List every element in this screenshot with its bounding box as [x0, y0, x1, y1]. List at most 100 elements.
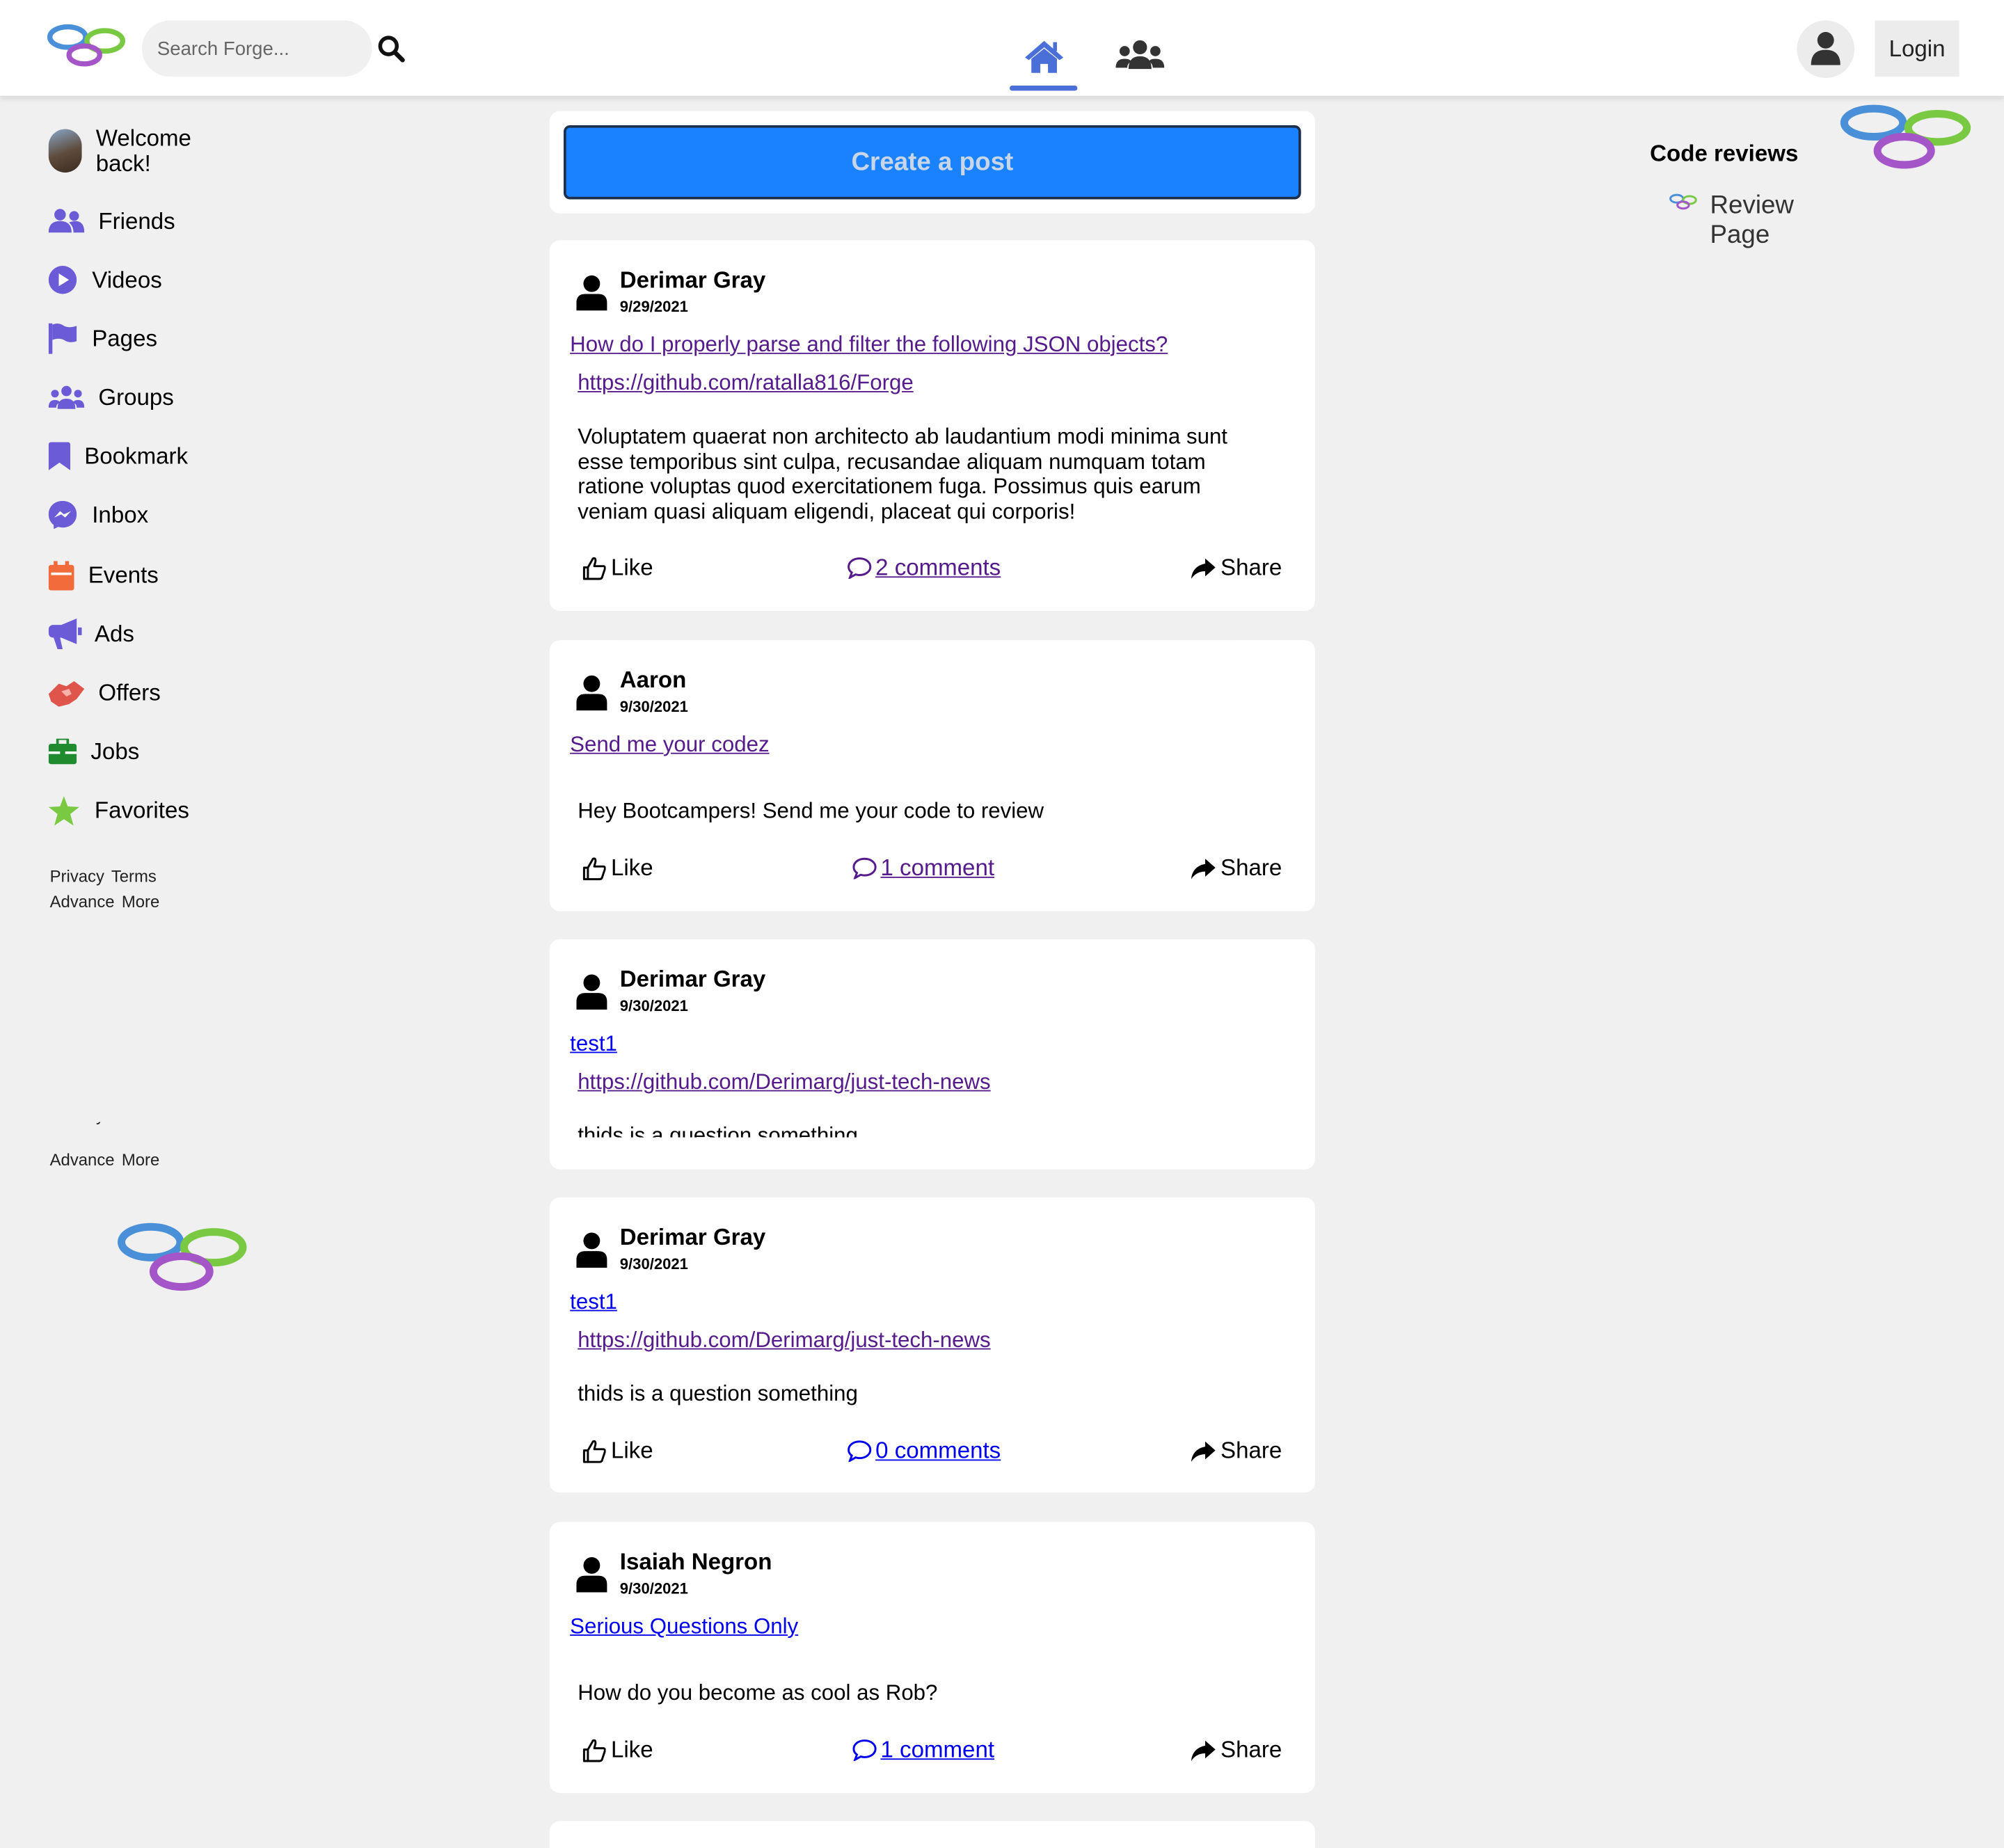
- like-button[interactable]: Like: [582, 1437, 653, 1465]
- terms-link[interactable]: Terms: [109, 1122, 154, 1125]
- post-author: Derimar Gray: [619, 1224, 766, 1250]
- sidebar-item-inbox[interactable]: Inbox: [48, 498, 149, 532]
- comment-icon: [848, 1440, 872, 1463]
- like-button[interactable]: Like: [582, 555, 653, 582]
- sidebar-item-pages[interactable]: Pages: [48, 322, 157, 356]
- post-title-link[interactable]: test1: [570, 1289, 617, 1315]
- post-card: Derimar Gray 9/29/2021 How do I properly…: [549, 240, 1315, 611]
- sidebar-item-ads[interactable]: Ads: [48, 617, 134, 651]
- review-page-label: Review Page: [1710, 191, 1794, 250]
- more-link[interactable]: More: [122, 892, 159, 911]
- comments-link[interactable]: 2 comments: [848, 555, 1001, 582]
- star-icon: [48, 795, 79, 825]
- post-body: Voluptatem quaerat non architecto ab lau…: [578, 424, 1227, 524]
- profile-avatar-button[interactable]: [1797, 20, 1855, 79]
- privacy-link[interactable]: Privacy: [50, 866, 104, 886]
- post-author: Aaron: [619, 667, 687, 693]
- user-icon: [576, 275, 607, 311]
- post-url-link[interactable]: https://github.com/ratalla816/Forge: [578, 371, 914, 397]
- user-icon: [1811, 31, 1840, 65]
- user-icon: [576, 1232, 607, 1268]
- share-button[interactable]: Share: [1191, 1437, 1282, 1465]
- user-icon: [576, 675, 607, 711]
- comments-link[interactable]: 1 comment: [852, 855, 994, 882]
- forge-logo-icon[interactable]: [46, 23, 128, 69]
- share-icon: [1191, 1440, 1216, 1462]
- advance-link[interactable]: Advance: [50, 1150, 115, 1170]
- flag-icon: [48, 323, 77, 354]
- comments-link[interactable]: 1 comment: [852, 1737, 994, 1764]
- handshake-icon: [48, 680, 85, 707]
- forge-logo-icon: [1840, 104, 1971, 169]
- post-title-link[interactable]: Serious Questions Only: [570, 1614, 798, 1640]
- nav-groups-icon[interactable]: [1115, 35, 1166, 77]
- sidebar-item-label: Friends: [98, 207, 175, 234]
- share-button[interactable]: Share: [1191, 1737, 1282, 1764]
- share-button[interactable]: Share: [1191, 855, 1282, 882]
- like-button[interactable]: Like: [582, 1737, 653, 1764]
- post-title-link[interactable]: How do I properly parse and filter the f…: [570, 333, 1168, 358]
- sidebar-item-label: Jobs: [90, 738, 140, 764]
- comment-icon: [848, 557, 872, 580]
- sidebar-item-label: Events: [88, 561, 159, 587]
- thumbs-up-icon: [582, 1440, 606, 1463]
- share-icon: [1191, 1739, 1216, 1761]
- top-navbar: Login: [0, 0, 2004, 97]
- terms-link[interactable]: Terms: [111, 866, 157, 886]
- sidebar-item-label: Ads: [94, 620, 134, 646]
- search-icon[interactable]: [377, 33, 405, 64]
- privacy-link[interactable]: Privacy: [50, 1122, 104, 1125]
- user-friends-icon: [48, 209, 85, 233]
- search-input[interactable]: [141, 20, 372, 77]
- post-date: 9/30/2021: [619, 1579, 688, 1598]
- home-icon: [1025, 40, 1064, 73]
- login-button[interactable]: Login: [1875, 20, 1959, 77]
- post-title-link[interactable]: test1: [570, 1031, 617, 1057]
- forge-logo-icon: [1669, 193, 1697, 210]
- post-actions: Like 1 comment Share: [550, 1737, 1315, 1767]
- bullhorn-icon: [48, 618, 82, 650]
- sidebar-item-label: Videos: [92, 266, 162, 292]
- like-button[interactable]: Like: [582, 855, 653, 882]
- sidebar-item-bookmark[interactable]: Bookmark: [48, 440, 189, 473]
- post-card: Isaiah Negron 9/30/2021 Serious Question…: [549, 1522, 1315, 1793]
- calendar-icon: [48, 560, 74, 590]
- post-url-link[interactable]: https://github.com/Derimarg/just-tech-ne…: [578, 1069, 990, 1095]
- more-link[interactable]: More: [122, 1150, 159, 1170]
- post-title-link[interactable]: Send me your codez: [570, 732, 769, 758]
- review-page-link[interactable]: Review Page: [1668, 192, 1813, 250]
- sidebar-item-friends[interactable]: Friends: [48, 205, 175, 238]
- user-icon: [576, 1557, 607, 1593]
- play-circle-icon: [48, 266, 77, 294]
- sidebar-item-label: Inbox: [92, 501, 149, 527]
- sidebar-item-jobs[interactable]: Jobs: [48, 735, 140, 768]
- sidebar-item-favorites[interactable]: Favorites: [48, 794, 189, 827]
- create-post-button[interactable]: Create a post: [563, 125, 1301, 200]
- messenger-icon: [48, 500, 77, 529]
- sidebar-item-events[interactable]: Events: [48, 559, 159, 592]
- sidebar-item-label: Groups: [98, 383, 174, 410]
- advance-link[interactable]: Advance: [50, 892, 115, 911]
- sidebar-item-label: Bookmark: [84, 443, 189, 469]
- comment-icon: [852, 857, 877, 879]
- user-avatar[interactable]: [48, 129, 82, 173]
- active-tab-indicator: [1009, 86, 1078, 91]
- sidebar-item-groups[interactable]: Groups: [48, 381, 174, 414]
- post-card: [549, 1821, 1315, 1848]
- nav-home-tab[interactable]: [1009, 28, 1078, 91]
- comments-link[interactable]: 0 comments: [848, 1437, 1001, 1465]
- post-body: How do you become as cool as Rob?: [578, 1680, 938, 1705]
- sidebar-item-offers[interactable]: Offers: [48, 676, 161, 710]
- sidebar-item-videos[interactable]: Videos: [48, 263, 162, 296]
- share-button[interactable]: Share: [1191, 555, 1282, 582]
- post-url-link[interactable]: https://github.com/Derimarg/just-tech-ne…: [578, 1328, 990, 1353]
- thumbs-up-icon: [582, 1738, 606, 1762]
- user-icon: [576, 974, 607, 1010]
- share-icon: [1191, 557, 1216, 579]
- post-card: Aaron 9/30/2021 Send me your codez Hey B…: [549, 640, 1315, 911]
- sidebar-footer-clipped: Privacy Terms: [50, 1122, 203, 1142]
- welcome-text: Welcome back!: [95, 125, 191, 177]
- sidebar-footer-links: Privacy Terms Advance More: [50, 864, 162, 915]
- post-date: 9/29/2021: [619, 297, 688, 316]
- sidebar-footer-links-2: Advance More: [50, 1147, 162, 1173]
